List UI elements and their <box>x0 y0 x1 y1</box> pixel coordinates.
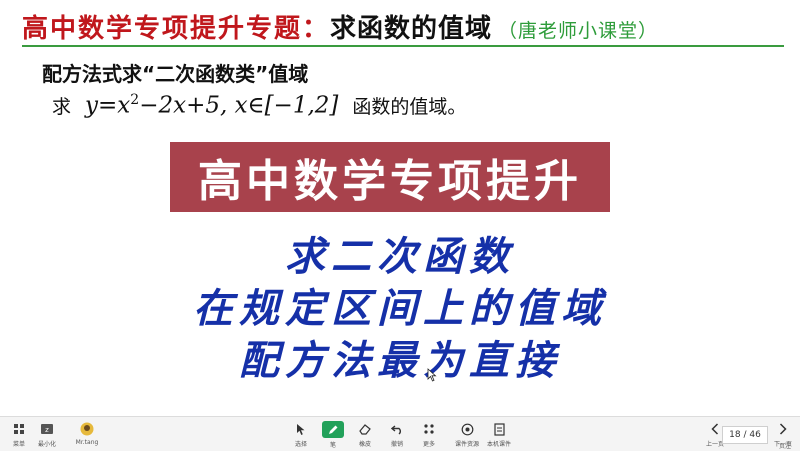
select-tool-button[interactable]: 选择 <box>284 421 318 449</box>
formula-part1: y=x <box>85 93 131 119</box>
profile-label: Mr.tang <box>75 439 99 446</box>
file-icon <box>490 421 508 437</box>
problem-prefix: 求 <box>52 96 72 118</box>
problem-statement: 求 y=x2−2x+5, x∈[−1,2] 函数的值域。 <box>52 92 466 119</box>
svg-text:z: z <box>45 426 49 434</box>
more-label: 更多 <box>422 441 435 448</box>
highlight-line-2: 在规定区间上的值域 <box>193 285 607 332</box>
grid-icon <box>10 421 28 437</box>
banner-text: 高中数学专项提升 <box>198 156 582 207</box>
highlight-line-1: 求二次函数 <box>285 233 515 280</box>
slide: 高中数学专项提升专题： 求函数的值域 （唐老师小课堂） 配方法式求“二次函数类”… <box>0 0 800 416</box>
minimize-button[interactable]: z 最小化 <box>30 421 64 449</box>
select-tool-label: 选择 <box>294 441 307 448</box>
title-topic: 求函数的值域 <box>330 14 493 44</box>
undo-button[interactable]: 撤销 <box>380 421 414 449</box>
mouse-cursor-icon <box>427 368 437 382</box>
title-teacher: （唐老师小课堂） <box>498 20 659 42</box>
title-divider <box>22 45 784 47</box>
chevron-right-icon <box>774 421 792 437</box>
eraser-tool-button[interactable]: 橡皮 <box>348 421 382 449</box>
title-main: 高中数学专项提升专题： <box>22 14 331 44</box>
pen-icon <box>322 421 344 438</box>
more-button[interactable]: 更多 <box>412 421 446 449</box>
formula-part2: −2x+5, x∈[−1,2] <box>139 93 339 119</box>
local-courseware-label: 本机课件 <box>486 441 511 448</box>
page-indicator[interactable]: 18 / 46 <box>722 426 768 444</box>
method-heading: 配方法式求“二次函数类”值域 <box>42 62 309 86</box>
highlight-line-3: 配方法最为直接 <box>239 337 561 384</box>
cursor-icon <box>292 421 310 437</box>
banner: 高中数学专项提升 <box>170 142 610 212</box>
profile-button[interactable]: Mr.tang <box>70 421 104 449</box>
pen-tool-label: 笔 <box>329 442 336 449</box>
library-icon <box>458 421 476 437</box>
problem-formula: y=x2−2x+5, x∈[−1,2] <box>85 92 338 119</box>
undo-label: 撤销 <box>390 441 403 448</box>
next-page-button[interactable]: 下一页 <box>766 421 800 449</box>
avatar-icon <box>78 421 96 437</box>
eraser-tool-label: 橡皮 <box>358 441 371 448</box>
next-page-label: 下一页 <box>773 441 792 448</box>
formula-exponent: 2 <box>130 92 140 109</box>
minimize-icon: z <box>38 421 56 437</box>
courseware-library-label: 课件资源 <box>454 441 479 448</box>
more-icon <box>420 421 438 437</box>
undo-icon <box>388 421 406 437</box>
bottom-toolbar: 菜单 z 最小化 Mr.tang 选择 笔 橡皮 撤销 更多 课件资源 本机课件… <box>0 416 800 451</box>
slide-title: 高中数学专项提升专题： 求函数的值域 （唐老师小课堂） <box>22 8 658 44</box>
eraser-icon <box>356 421 374 437</box>
courseware-library-button[interactable]: 课件资源 <box>450 421 484 449</box>
minimize-label: 最小化 <box>37 441 56 448</box>
pen-tool-button[interactable]: 笔 <box>316 421 350 449</box>
local-courseware-button[interactable]: 本机课件 <box>482 421 516 449</box>
menu-label: 菜单 <box>12 441 25 448</box>
problem-suffix: 函数的值域。 <box>352 96 467 118</box>
